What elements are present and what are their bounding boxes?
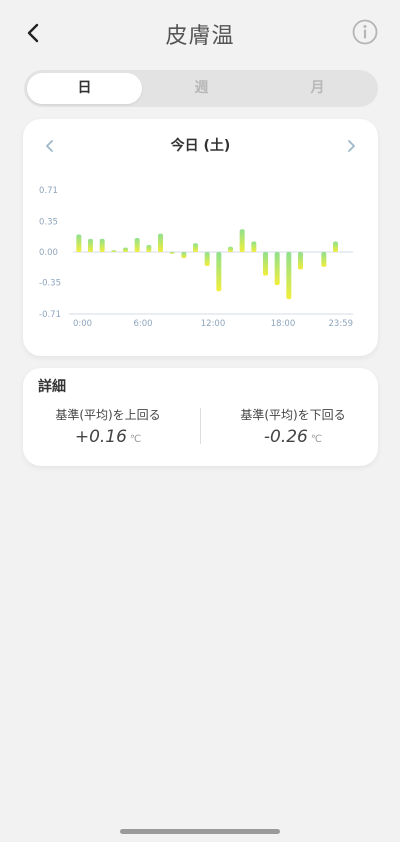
y-tick-label: 0.35 xyxy=(39,217,58,227)
below-baseline-stat: 基準(平均)を下回る -0.26 ℃ xyxy=(208,406,378,447)
above-value-number: +0.16 xyxy=(74,427,127,447)
bar[interactable] xyxy=(193,243,198,252)
tab-week[interactable]: 週 xyxy=(144,73,259,104)
chart-card: 今日 (土) 0.71 0.35 0.00 -0.35 -0.71 0:00 6:00 12:… xyxy=(23,119,378,356)
bar[interactable] xyxy=(239,229,245,252)
y-tick-label: -0.71 xyxy=(39,310,61,320)
tab-day[interactable]: 日 xyxy=(27,73,142,104)
bar[interactable] xyxy=(123,247,128,252)
page-title: 皮膚温 xyxy=(165,24,235,49)
below-value-unit: ℃ xyxy=(310,434,323,445)
bar[interactable] xyxy=(158,233,163,252)
above-baseline-stat: 基準(平均)を上回る +0.16 ℃ xyxy=(23,406,193,447)
above-value-unit: ℃ xyxy=(129,434,142,445)
bar[interactable] xyxy=(333,241,338,252)
detail-title: 詳細 xyxy=(38,379,66,395)
period-segmented-control: 日 週 月 xyxy=(24,70,378,107)
x-tick-label: 18:00 xyxy=(271,319,296,329)
bar[interactable] xyxy=(76,234,82,252)
bar[interactable] xyxy=(146,245,152,252)
below-value-number: -0.26 xyxy=(263,427,308,447)
tab-month[interactable]: 月 xyxy=(260,73,375,104)
bar[interactable] xyxy=(298,252,303,270)
bar[interactable] xyxy=(181,252,187,259)
bar[interactable] xyxy=(321,252,327,267)
y-tick-label: 0.00 xyxy=(39,248,58,258)
below-baseline-label: 基準(平均)を下回る xyxy=(240,408,346,422)
home-indicator xyxy=(120,829,280,834)
bar[interactable] xyxy=(274,252,280,286)
divider xyxy=(200,408,201,444)
below-baseline-value: -0.26 ℃ xyxy=(208,427,378,447)
bar[interactable] xyxy=(111,250,117,252)
x-tick-label: 12:00 xyxy=(201,319,226,329)
above-baseline-value: +0.16 ℃ xyxy=(23,427,193,447)
bar[interactable] xyxy=(169,252,175,254)
bar[interactable] xyxy=(99,238,105,252)
bar[interactable] xyxy=(251,241,257,252)
x-tick-label: 6:00 xyxy=(133,319,152,329)
detail-card: 詳細 基準(平均)を上回る +0.16 ℃ 基準(平均)を下回る -0.26 ℃ xyxy=(23,368,378,466)
bar[interactable] xyxy=(88,238,93,252)
x-tick-label: 23:59 xyxy=(329,319,354,329)
header: 皮膚温 xyxy=(0,0,400,66)
info-button[interactable] xyxy=(352,19,378,45)
bar[interactable] xyxy=(204,252,210,266)
y-tick-label: 0.71 xyxy=(39,186,58,196)
bar[interactable] xyxy=(228,246,233,252)
skin-temp-bar-chart: 0.71 0.35 0.00 -0.35 -0.71 0:00 6:00 12:00 18:00… xyxy=(39,186,354,329)
bar[interactable] xyxy=(216,252,222,292)
bar[interactable] xyxy=(286,252,292,300)
above-baseline-label: 基準(平均)を上回る xyxy=(55,408,161,422)
x-tick-label: 0:00 xyxy=(73,319,92,329)
info-circle-icon xyxy=(352,19,378,45)
y-tick-label: -0.35 xyxy=(39,279,61,289)
bar[interactable] xyxy=(263,252,268,276)
bar[interactable] xyxy=(134,238,140,252)
